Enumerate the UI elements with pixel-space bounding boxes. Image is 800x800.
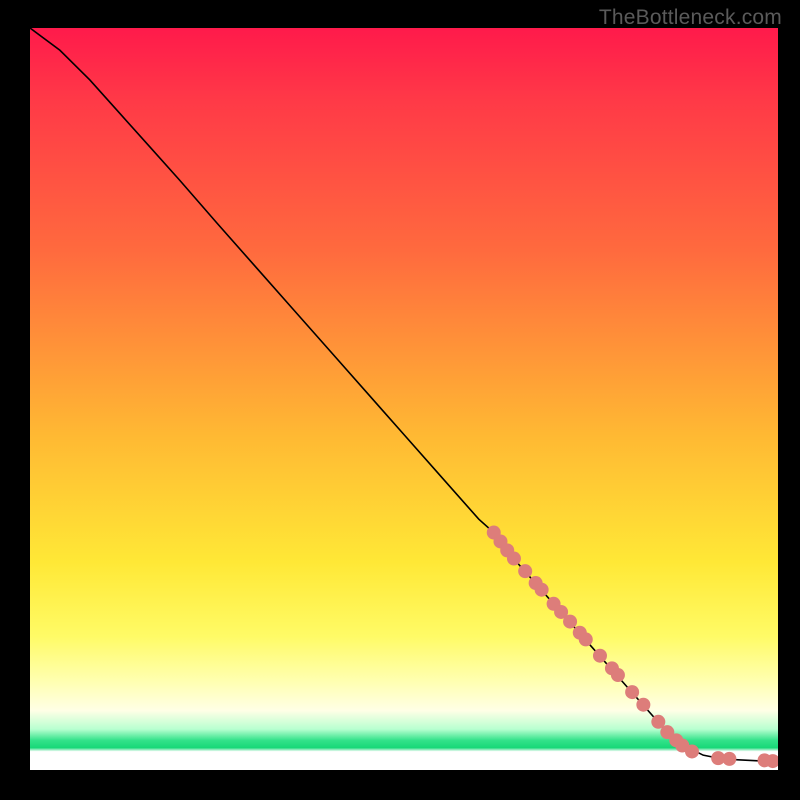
chart-point (685, 744, 699, 758)
chart-point (636, 698, 650, 712)
chart-point (722, 752, 736, 766)
chart-point (507, 552, 521, 566)
chart-line (30, 28, 778, 761)
chart-point (593, 649, 607, 663)
chart-point (579, 632, 593, 646)
chart-point (518, 564, 532, 578)
chart-svg (30, 28, 778, 770)
chart-point (535, 583, 549, 597)
chart-point (563, 615, 577, 629)
chart-area (30, 28, 778, 770)
chart-point (611, 668, 625, 682)
watermark-text: TheBottleneck.com (599, 6, 782, 30)
chart-point (625, 685, 639, 699)
